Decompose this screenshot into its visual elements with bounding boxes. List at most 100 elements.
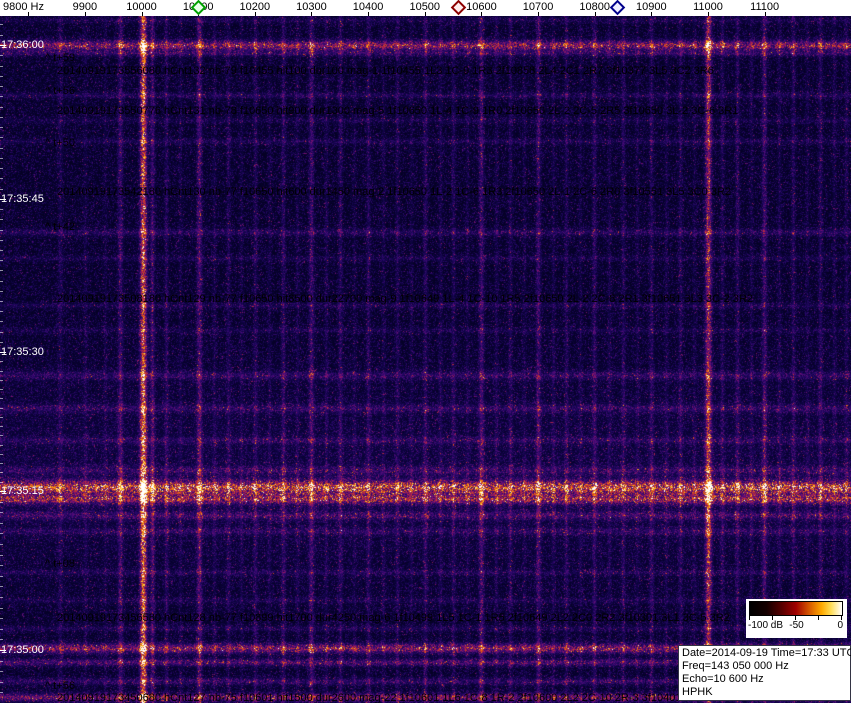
time-tick-major [0,491,6,492]
colorbar-labels: -100 dB -50 0 [746,620,847,634]
colorbar-label-min: -100 dB [748,620,784,631]
time-tick-major [0,199,6,200]
time-tick-minor [0,178,3,179]
time-tick-minor [0,96,3,97]
time-tick-minor [0,86,3,87]
colorbar-label-max: 0 [837,620,843,631]
db-scale-legend: -100 dB -50 0 [746,599,847,638]
time-tick-minor [0,565,3,566]
time-offset-marker: ^ t+08 [45,558,75,570]
time-tick-minor [0,463,3,464]
freq-tick-mark [481,12,483,16]
time-tick-minor [0,219,3,220]
time-tick-minor [0,408,3,409]
time-tick-minor [0,270,3,271]
time-offset-marker: ^ t+50 [45,137,75,149]
time-tick-minor [0,639,3,640]
time-tick-minor [0,533,3,534]
meteor-spectrogram-app: 17:36:00 17:35:45 17:35:30 17:35:15 17:35:00… [0,0,851,703]
time-tick-minor [0,661,3,662]
spectrogram-overlay: 17:36:00 17:35:45 17:35:30 17:35:15 17:35:00… [0,0,851,703]
info-date-time: Date=2014-09-19 Time=17:33 UTC [682,647,851,659]
echo-event-annotation: 20140919173450680 hCnt127 nb-75 f10601 h… [57,692,691,703]
echo-event-annotation: 20140919173556080 hCnt132 nb-79 f10455 h… [57,65,714,77]
freq-tick-mark [538,12,540,16]
time-tick-minor [0,426,3,427]
time-tick-minor [0,608,3,609]
info-frequency: Freq=143 050 000 Hz [682,660,789,672]
time-offset-marker: ^ t+56 [45,85,75,97]
time-tick-minor [0,682,3,683]
blue-diamond-marker[interactable] [609,0,626,16]
time-tick-label: 17:35:45 [1,193,44,205]
red-diamond-marker[interactable] [450,0,467,16]
freq-tick-mark [594,12,596,16]
time-tick-minor [0,127,3,128]
time-tick-minor [0,76,3,77]
time-tick-minor [0,117,3,118]
time-tick-major [0,650,6,651]
time-tick-minor [0,35,3,36]
time-tick-minor [0,291,3,292]
time-tick-minor [0,311,3,312]
echo-event-annotation: 20140919173456580 hCnt128 nb-77 f10899 h… [57,612,730,624]
freq-tick-mark [254,12,256,16]
time-tick-label: 17:36:00 [1,39,44,51]
time-tick-minor [0,523,3,524]
time-tick-minor [0,137,3,138]
time-tick-minor [0,417,3,418]
time-tick-minor [0,371,3,372]
freq-tick-mark [28,12,30,16]
info-station: HPHK [682,686,713,698]
time-tick-minor [0,66,3,67]
freq-tick-mark [651,12,653,16]
freq-tick-mark [764,12,766,16]
freq-tick-mark [368,12,370,16]
freq-tick-mark [141,12,143,16]
time-tick-minor [0,482,3,483]
time-tick-minor [0,435,3,436]
time-tick-minor [0,250,3,251]
time-offset-marker: ^ t+59 [45,52,75,64]
time-tick-minor [0,281,3,282]
time-tick-minor [0,342,3,343]
time-tick-minor [0,692,3,693]
time-tick-minor [0,671,3,672]
freq-tick-mark [84,12,86,16]
time-tick-label: 17:35:00 [1,644,44,656]
time-tick-minor [0,55,3,56]
status-info-box: Date=2014-09-19 Time=17:33 UTC Freq=143 … [678,645,851,701]
freq-tick-mark [311,12,313,16]
time-tick-minor [0,512,3,513]
time-tick-minor [0,240,3,241]
time-offset-marker: ^ t+42 [45,221,75,233]
time-tick-major [0,352,6,353]
time-tick-minor [0,398,3,399]
freq-tick-mark [424,12,426,16]
time-tick-minor [0,332,3,333]
time-tick-minor [0,148,3,149]
time-offset-marker: ^ t+56 [45,680,75,692]
time-tick-minor [0,597,3,598]
colorbar-label-mid: -50 [789,620,804,631]
echo-event-annotation: 20140919173550776 hCnt131 nb-78 f10650 h… [57,105,739,117]
time-tick-minor [0,361,3,362]
time-tick-major [0,45,6,46]
time-tick-minor [0,189,3,190]
time-tick-minor [0,629,3,630]
time-tick-minor [0,321,3,322]
time-tick-label: 17:35:30 [1,346,44,358]
time-tick-minor [0,301,3,302]
time-tick-minor [0,380,3,381]
time-tick-minor [0,472,3,473]
time-tick-label: 17:35:15 [1,485,44,497]
time-tick-minor [0,502,3,503]
time-tick-minor [0,454,3,455]
freq-tick-label: 9800 Hz [3,1,44,13]
echo-event-annotation: 20140919173508180 hCnt129 nb-77 f10650 h… [57,293,753,305]
time-tick-minor [0,389,3,390]
info-echo: Echo=10 600 Hz [682,673,764,685]
time-tick-minor [0,158,3,159]
time-tick-minor [0,230,3,231]
time-tick-minor [0,209,3,210]
